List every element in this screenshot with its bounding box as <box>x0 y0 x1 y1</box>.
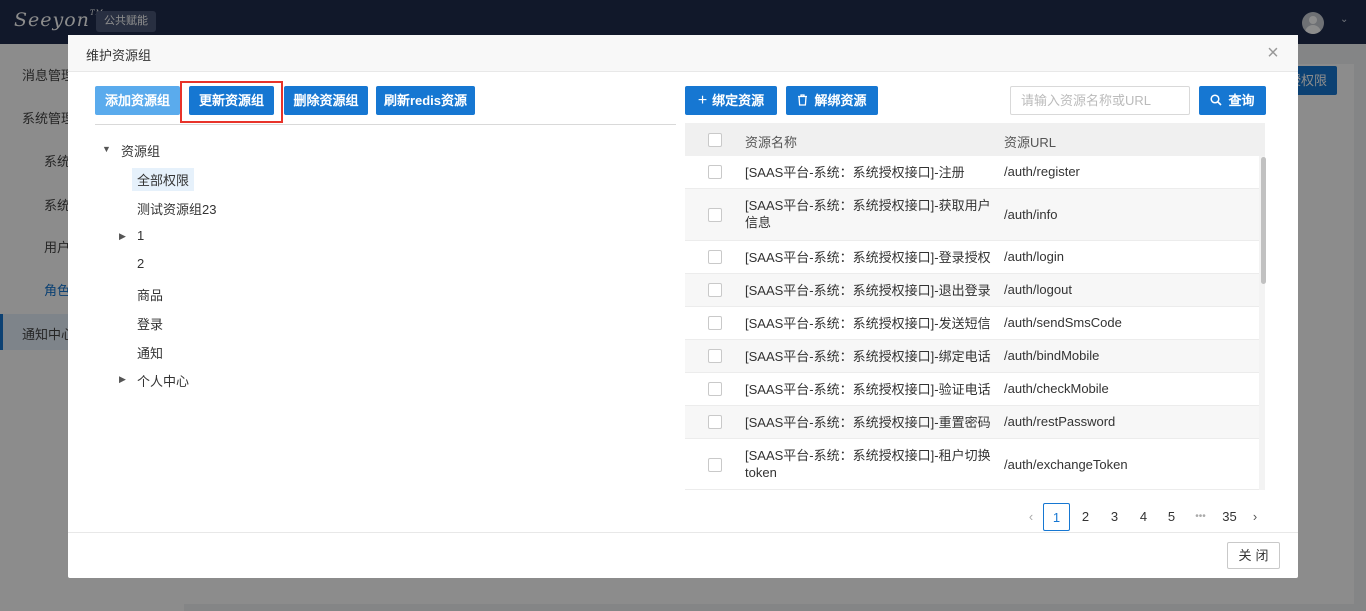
table-row[interactable]: [SAAS平台-系统：系统授权接口]-发送短信 /auth/sendSmsCod… <box>685 307 1262 340</box>
row-checkbox[interactable] <box>708 382 722 396</box>
add-resource-group-button[interactable]: 添加资源组 <box>95 86 180 115</box>
footer-divider <box>68 532 1298 533</box>
resource-url-cell: /auth/exchangeToken <box>1004 457 1128 472</box>
tree-root[interactable]: 资源组 <box>121 141 160 160</box>
tree-node-personal-center[interactable]: 个人中心 <box>137 371 189 390</box>
table-header: 资源名称 资源URL <box>685 123 1265 156</box>
resource-name-cell: [SAAS平台-系统：系统授权接口]-重置密码 <box>745 415 991 430</box>
pagination-page-3[interactable]: 3 <box>1101 503 1128 531</box>
tree-node-test-group[interactable]: 测试资源组23 <box>137 199 216 218</box>
pagination-next[interactable]: › <box>1245 503 1265 531</box>
resource-name-cell: [SAAS平台-系统：系统授权接口]-登录授权 <box>745 250 991 265</box>
resource-url-cell: /auth/checkMobile <box>1004 381 1109 396</box>
pagination-page-2[interactable]: 2 <box>1072 503 1099 531</box>
pagination-ellipsis[interactable]: ••• <box>1187 503 1214 531</box>
update-button-highlight <box>180 81 283 123</box>
resource-name-cell: [SAAS平台-系统：系统授权接口]-发送短信 <box>745 316 991 331</box>
dialog-header: 维护资源组 × <box>68 35 1298 72</box>
toolbar-divider <box>95 124 676 125</box>
column-header-url: 资源URL <box>1004 135 1057 150</box>
search-button[interactable]: 查询 <box>1199 86 1266 115</box>
resource-url-cell: /auth/login <box>1004 249 1064 264</box>
resource-url-cell: /auth/restPassword <box>1004 414 1116 429</box>
plus-icon: + <box>697 92 708 109</box>
table-row[interactable]: [SAAS平台-系统：系统授权接口]-绑定电话 /auth/bindMobile <box>685 340 1262 373</box>
trash-icon <box>798 94 808 106</box>
resource-name-cell: [SAAS平台-系统：系统授权接口]-租户切换token <box>745 448 991 480</box>
table-row[interactable]: [SAAS平台-系统：系统授权接口]-验证电话 /auth/checkMobil… <box>685 373 1262 406</box>
row-checkbox[interactable] <box>708 349 722 363</box>
row-checkbox[interactable] <box>708 458 722 472</box>
row-checkbox[interactable] <box>708 316 722 330</box>
table-row[interactable]: [SAAS平台-系统：系统授权接口]-退出登录 /auth/logout <box>685 274 1262 307</box>
table-row[interactable]: [SAAS平台-系统：系统授权接口]-重置密码 /auth/restPasswo… <box>685 406 1262 439</box>
table-row[interactable]: [SAAS平台-系统：系统授权接口]-注册 /auth/register <box>685 156 1262 189</box>
resource-table: 资源名称 资源URL [SAAS平台-系统：系统授权接口]-注册 /auth/r… <box>685 123 1265 490</box>
maintain-resource-group-dialog: 维护资源组 × 添加资源组 更新资源组 删除资源组 刷新redis资源 ▼ 资源… <box>68 35 1298 578</box>
pagination-page-5[interactable]: 5 <box>1158 503 1185 531</box>
tree-node-goods[interactable]: 商品 <box>137 285 163 304</box>
resource-url-cell: /auth/sendSmsCode <box>1004 315 1122 330</box>
tree-node-1[interactable]: 1 <box>137 228 144 243</box>
table-row[interactable]: [SAAS平台-系统：系统授权接口]-获取用户信息 /auth/info <box>685 189 1262 241</box>
resource-search-input[interactable] <box>1010 86 1190 115</box>
tree-node-2[interactable]: 2 <box>137 256 144 271</box>
resource-name-cell: [SAAS平台-系统：系统授权接口]-绑定电话 <box>745 349 991 364</box>
close-dialog-button[interactable]: 关闭 <box>1227 542 1280 569</box>
pagination-page-1[interactable]: 1 <box>1043 503 1070 531</box>
resource-name-cell: [SAAS平台-系统：系统授权接口]-退出登录 <box>745 283 991 298</box>
refresh-redis-button[interactable]: 刷新redis资源 <box>376 86 475 115</box>
bind-resource-button[interactable]: + 绑定资源 <box>685 86 777 115</box>
resource-url-cell: /auth/info <box>1004 207 1058 222</box>
close-icon[interactable]: × <box>1263 41 1283 65</box>
table-row[interactable]: [SAAS平台-系统：系统授权接口]-登录授权 /auth/login <box>685 241 1262 274</box>
table-row[interactable]: [SAAS平台-系统：系统授权接口]-租户切换token /auth/excha… <box>685 439 1262 490</box>
resource-name-cell: [SAAS平台-系统：系统授权接口]-验证电话 <box>745 382 991 397</box>
dialog-title: 维护资源组 <box>86 48 152 63</box>
pagination-prev[interactable]: ‹ <box>1021 503 1041 531</box>
tree-node-notice[interactable]: 通知 <box>137 343 163 362</box>
row-checkbox[interactable] <box>708 208 722 222</box>
row-checkbox[interactable] <box>708 415 722 429</box>
row-checkbox[interactable] <box>708 283 722 297</box>
pagination-page-4[interactable]: 4 <box>1130 503 1157 531</box>
row-checkbox[interactable] <box>708 250 722 264</box>
select-all-checkbox[interactable] <box>708 133 722 147</box>
caret-right-icon[interactable]: ▶ <box>119 231 126 242</box>
pagination-page-last[interactable]: 35 <box>1216 503 1243 531</box>
column-header-name: 资源名称 <box>745 135 798 150</box>
resource-url-cell: /auth/bindMobile <box>1004 348 1100 363</box>
table-scrollbar-thumb[interactable] <box>1261 157 1266 284</box>
tree-node-login[interactable]: 登录 <box>137 314 163 333</box>
row-checkbox[interactable] <box>708 165 722 179</box>
resource-name-cell: [SAAS平台-系统：系统授权接口]-注册 <box>745 165 965 180</box>
delete-resource-group-button[interactable]: 删除资源组 <box>284 86 368 115</box>
caret-right-icon[interactable]: ▶ <box>119 374 126 385</box>
tree-node-all-permissions[interactable]: 全部权限 <box>132 168 195 191</box>
resource-url-cell: /auth/register <box>1004 164 1080 179</box>
resource-name-cell: [SAAS平台-系统：系统授权接口]-获取用户信息 <box>745 198 991 230</box>
resource-url-cell: /auth/logout <box>1004 282 1072 297</box>
unbind-resource-button[interactable]: 解绑资源 <box>786 86 878 115</box>
caret-down-icon[interactable]: ▼ <box>102 144 111 154</box>
search-icon <box>1210 94 1223 106</box>
